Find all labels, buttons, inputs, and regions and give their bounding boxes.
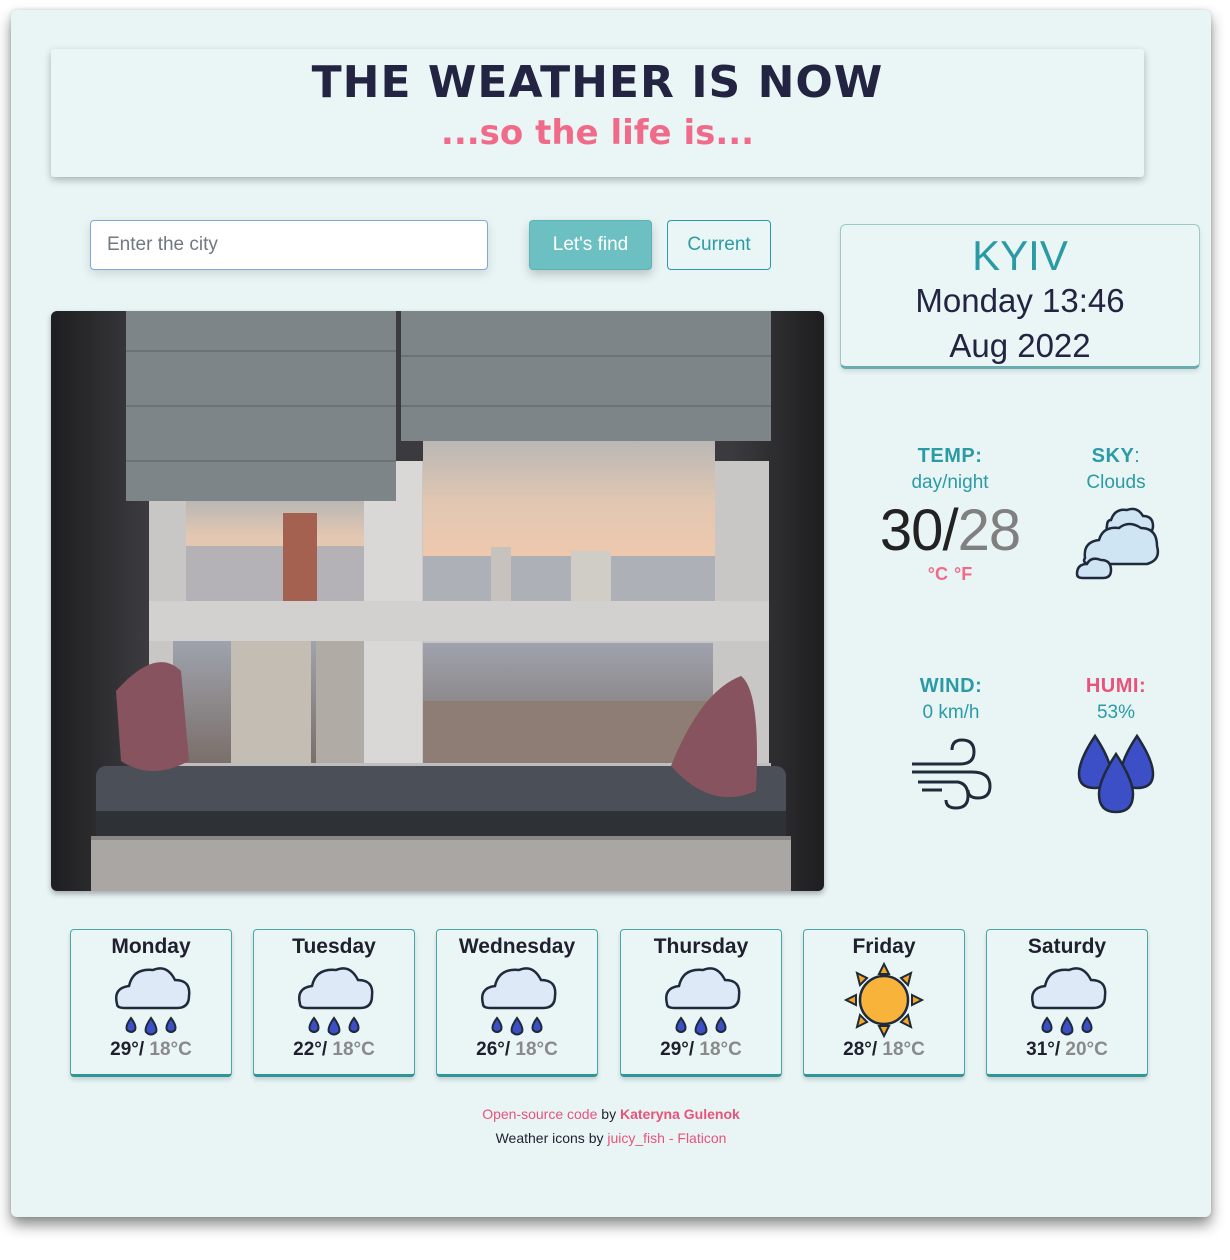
wind-value: 0 km/h [922,702,980,723]
current-location-button[interactable]: Current [667,220,771,270]
forecast-min: 20°C [1060,1039,1108,1060]
location-panel: KYIV Monday 13:46 Aug 2022 [840,224,1200,369]
celsius-link[interactable]: °C [928,564,948,584]
temp-stat: TEMP: day/night 30/28 °C °F [871,445,1029,585]
forecast-max: 29°/ [110,1039,145,1060]
wind-label: WIND: [919,675,983,697]
forecast-max: 29°/ [660,1039,695,1060]
forecast-day: Friday [852,935,916,958]
forecast-min: 18°C [144,1039,192,1060]
current-day-time: Monday 13:46 [915,282,1125,320]
forecast-card: Monday 29°/ 18°C [70,929,232,1077]
sky-label-text: SKY [1091,445,1135,467]
forecast-card: Friday 28°/ 18°C [803,929,965,1077]
find-button[interactable]: Let's find [529,220,652,270]
forecast-temp: 22°/ 18°C [254,1039,414,1061]
sky-label-colon: : [1134,445,1141,467]
current-month-year: Aug 2022 [949,326,1091,364]
temp-sub-label: day/night [911,472,989,493]
forecast-max: 28°/ [843,1039,878,1060]
temp-night: 28 [957,498,1022,563]
forecast-day: Wednesday [458,935,576,958]
forecast-day: Tuesday [292,935,376,958]
rain-cloud-icon [1031,967,1107,1036]
forecast-day: Saturdy [1027,935,1107,958]
wind-icon [912,738,992,810]
fahrenheit-link[interactable]: °F [954,564,972,584]
footer-by: by [597,1106,620,1122]
temp-label: TEMP: [917,445,983,467]
city-name: KYIV [972,232,1068,279]
forecast-day: Thursday [653,935,749,958]
forecast-card: Tuesday 22°/ 18°C [253,929,415,1077]
app-card: THE WEATHER IS NOW ...so the life is... … [11,10,1211,1217]
humidity-stat: HUMI: 53% [1056,675,1176,816]
forecast-max: 31°/ [1026,1039,1061,1060]
header-banner: THE WEATHER IS NOW ...so the life is... [51,49,1144,177]
forecast-min: 18°C [694,1039,742,1060]
sun-icon [843,962,925,1038]
icons-credit-text: Weather icons by [495,1130,608,1146]
forecast-temp: 26°/ 18°C [437,1039,597,1061]
forecast-max: 26°/ [476,1039,511,1060]
forecast-card: Thursday 29°/ 18°C [620,929,782,1077]
page-title: THE WEATHER IS NOW [311,57,884,108]
flaticon-link[interactable]: juicy_fish - Flaticon [607,1130,726,1146]
temp-day: 30 [879,498,944,563]
forecast-temp: 29°/ 18°C [621,1039,781,1061]
forecast-temp: 31°/ 20°C [987,1039,1147,1061]
forecast-max: 22°/ [293,1039,328,1060]
forecast-min: 18°C [510,1039,558,1060]
source-code-link[interactable]: Open-source code [482,1106,597,1122]
forecast-card: Saturdy 31°/ 20°C [986,929,1148,1077]
forecast-day: Monday [111,935,191,958]
forecast-temp: 29°/ 18°C [71,1039,231,1061]
rain-cloud-icon [115,967,191,1036]
sky-value: Clouds [1086,472,1146,493]
unit-toggle: °C °F [871,564,1029,585]
temp-value: 30/28 [871,502,1029,560]
forecast-min: 18°C [877,1039,925,1060]
humidity-value: 53% [1096,702,1136,723]
forecast-temp: 28°/ 18°C [804,1039,964,1061]
rain-cloud-icon [665,967,741,1036]
wind-stat: WIND: 0 km/h [891,675,1011,818]
rain-cloud-icon [481,967,557,1036]
rain-cloud-icon [298,967,374,1036]
sky-stat: SKY: Clouds [1056,445,1176,588]
forecast-min: 18°C [327,1039,375,1060]
drops-icon [1077,733,1155,814]
cloud-icon [1075,507,1160,580]
city-search-input[interactable] [90,220,488,270]
humidity-label: HUMI: [1085,675,1147,697]
author-link[interactable]: Kateryna Gulenok [620,1106,740,1122]
forecast-card: Wednesday 26°/ 18°C [436,929,598,1077]
footer-icons-credit: Weather icons by juicy_fish - Flaticon [11,1130,1211,1146]
page-subtitle: ...so the life is... [440,113,755,154]
window-photo [51,311,824,891]
sky-label: SKY: [1056,445,1176,468]
footer-credits: Open-source code by Kateryna Gulenok [11,1106,1211,1122]
temp-separator: / [942,498,958,563]
